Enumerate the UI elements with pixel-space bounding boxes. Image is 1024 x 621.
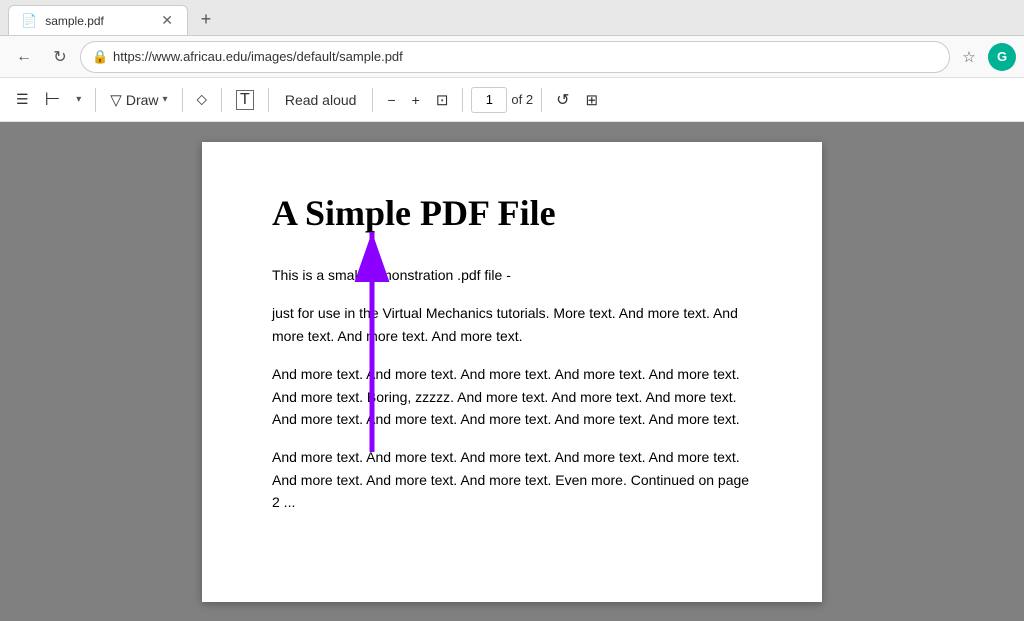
pdf-para-0: This is a small demonstration .pdf file … [272, 264, 752, 286]
zoom-out-button[interactable]: − [381, 84, 401, 116]
tab-title: sample.pdf [45, 14, 151, 28]
main-area: A Simple PDF File This is a small demons… [0, 122, 1024, 621]
erase-button[interactable]: ⬦ [191, 84, 214, 116]
pdf-para-3: And more text. And more text. And more t… [272, 446, 752, 513]
page-number-input[interactable] [471, 87, 507, 113]
zoom-out-icon: − [387, 92, 395, 108]
separator-3 [221, 88, 222, 112]
chevron-down-icon: ▾ [76, 94, 81, 105]
zoom-in-icon: + [412, 92, 420, 108]
menu-button[interactable]: ☰ [10, 84, 35, 116]
separator-5 [372, 88, 373, 112]
address-bar-wrapper: 🔒 [80, 41, 950, 73]
zoom-in-button[interactable]: + [406, 84, 426, 116]
page-total: of 2 [511, 92, 533, 107]
favorites-button[interactable]: ☆ [954, 42, 984, 72]
pdf-para-2: And more text. And more text. And more t… [272, 363, 752, 430]
separator-2 [182, 88, 183, 112]
fit-page-icon: ⊡ [436, 91, 449, 109]
split-view-button[interactable]: ⊞ [580, 84, 605, 116]
pdf-toolbar: ☰ ⊢ ▾ ▽ Draw ▾ ⬦ T Read aloud − [0, 78, 1024, 122]
refresh-button[interactable]: ↻ [44, 41, 76, 73]
menu-icon: ☰ [16, 91, 29, 108]
pdf-title: A Simple PDF File [272, 192, 752, 234]
browser-tab[interactable]: 📄 sample.pdf ✕ [8, 5, 188, 35]
read-aloud-button[interactable]: Read aloud [277, 84, 365, 116]
draw-label: Draw [126, 92, 159, 108]
dropdown-button[interactable]: ▾ [70, 84, 87, 116]
separator-1 [95, 88, 96, 112]
text-icon: T [236, 90, 254, 110]
back-button[interactable]: ← [8, 41, 40, 73]
draw-icon: ▽ [110, 91, 122, 109]
split-view-icon: ⊞ [586, 91, 599, 109]
chevron-down-icon-draw: ▾ [163, 94, 168, 105]
browser-frame: 📄 sample.pdf ✕ + ← ↻ 🔒 ☆ G ☰ ⊢ ▾ ▽ [0, 0, 1024, 621]
read-aloud-label: Read aloud [285, 92, 357, 108]
pdf-para-1: just for use in the Virtual Mechanics tu… [272, 302, 752, 347]
new-tab-button[interactable]: + [192, 5, 220, 33]
text-button[interactable]: T [230, 84, 260, 116]
pdf-page: A Simple PDF File This is a small demons… [202, 142, 822, 602]
separator-6 [462, 88, 463, 112]
rotate-button[interactable]: ↺ [550, 84, 575, 116]
tab-close-button[interactable]: ✕ [159, 12, 175, 29]
bookmark-icon: ⊢ [45, 89, 61, 110]
lock-icon: 🔒 [92, 49, 108, 65]
separator-4 [268, 88, 269, 112]
profile-button[interactable]: G [988, 43, 1016, 71]
eraser-icon: ⬦ [197, 91, 208, 108]
bookmark-button[interactable]: ⊢ [39, 84, 67, 116]
address-bar-right: ☆ G [954, 42, 1016, 72]
address-bar-row: ← ↻ 🔒 ☆ G [0, 36, 1024, 78]
draw-dropdown-button[interactable]: ▽ Draw ▾ [104, 84, 173, 116]
rotate-icon: ↺ [556, 90, 569, 110]
fit-page-button[interactable]: ⊡ [430, 84, 455, 116]
tab-bar: 📄 sample.pdf ✕ + [0, 0, 1024, 36]
separator-7 [541, 88, 542, 112]
address-input[interactable] [80, 41, 950, 73]
tab-favicon: 📄 [21, 13, 37, 29]
